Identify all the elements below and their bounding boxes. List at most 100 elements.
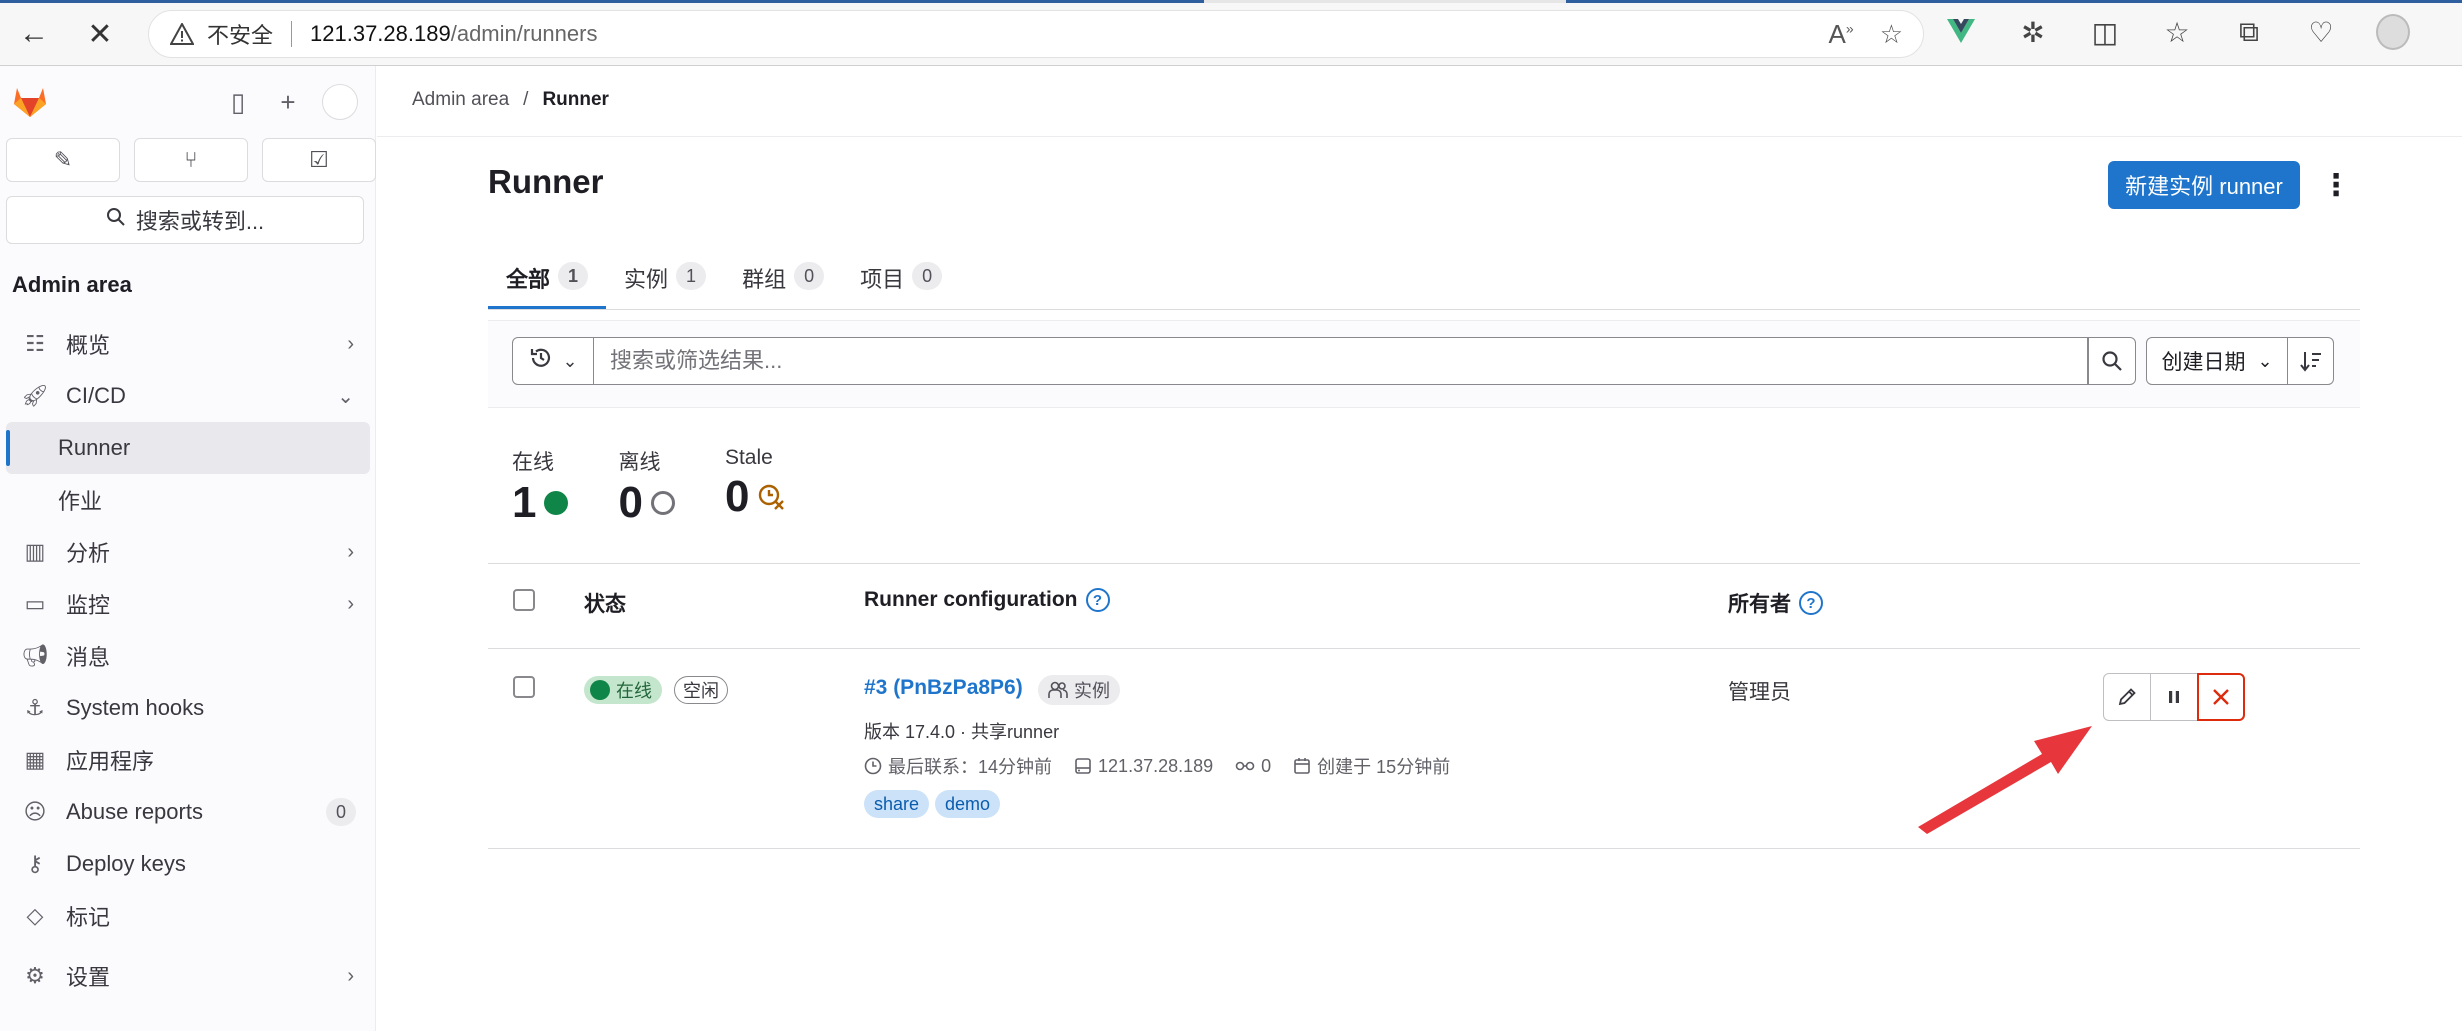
runner-name-link[interactable]: #3 (PnBzPa8P6) xyxy=(864,676,1023,700)
table-bottom-border xyxy=(488,848,2360,849)
stop-loading-icon[interactable]: ✕ xyxy=(80,14,120,54)
delete-runner-button[interactable] xyxy=(2197,673,2245,721)
search-history-button[interactable]: ⌄ xyxy=(512,337,594,385)
sidebar-item-deploy-keys[interactable]: ⚷ Deploy keys xyxy=(6,838,370,890)
favorites-icon[interactable]: ☆ xyxy=(2160,12,2194,52)
issues-icon[interactable]: ✎ xyxy=(6,138,120,182)
label-icon: ◇ xyxy=(26,903,44,928)
header-label: Runner configuration xyxy=(864,588,1078,611)
sidebar-item-monitoring[interactable]: ▭ 监控 › xyxy=(6,578,370,630)
sad-face-icon: ☹ xyxy=(23,799,47,824)
merge-requests-icon[interactable]: ⑂ xyxy=(134,138,248,182)
stale-clock-icon xyxy=(759,484,785,510)
select-all-checkbox[interactable] xyxy=(513,589,535,611)
chevron-down-icon: ⌄ xyxy=(2257,350,2273,371)
sort-direction-button[interactable] xyxy=(2288,337,2334,385)
help-question-icon[interactable]: ? xyxy=(1085,588,1110,612)
offline-status-icon xyxy=(650,491,675,515)
profile-avatar[interactable] xyxy=(2376,12,2410,52)
sort-select[interactable]: 创建日期 ⌄ xyxy=(2146,337,2288,385)
todo-icon[interactable]: ☑ xyxy=(262,138,376,182)
stat-value: 0 xyxy=(618,478,643,527)
header-label: 状态 xyxy=(584,593,626,616)
breadcrumb-admin-area[interactable]: Admin area xyxy=(412,89,509,111)
tab-instance[interactable]: 实例 1 xyxy=(606,254,724,310)
sidebar-item-label: System hooks xyxy=(66,695,205,720)
sidebar-item-settings[interactable]: ⚙ 设置 › xyxy=(6,950,370,1002)
sidebar-item-runner[interactable]: Runner xyxy=(6,422,370,474)
back-arrow-icon[interactable]: ← xyxy=(14,14,54,54)
sidebar-item-overview[interactable]: ☷ 概览 › xyxy=(6,318,370,370)
gitlab-logo-icon[interactable] xyxy=(10,80,50,120)
tab-group[interactable]: 群组 0 xyxy=(724,254,842,310)
runner-type-label: 实例 xyxy=(1074,681,1110,701)
sidebar-item-label: 应用程序 xyxy=(66,749,155,774)
user-avatar[interactable] xyxy=(322,84,358,120)
search-icon xyxy=(106,207,126,233)
online-status-icon xyxy=(544,491,569,515)
address-bar[interactable]: 不安全 121.37.28.189/admin/runners A» ☆ xyxy=(148,10,1924,58)
row-select-checkbox[interactable] xyxy=(513,676,535,698)
toggle-sidebar-icon[interactable]: ▯ xyxy=(220,84,256,120)
runner-ip: 121.37.28.189 xyxy=(1074,753,1213,779)
extensions-puzzle-icon[interactable]: ✲ xyxy=(2016,12,2050,52)
server-icon xyxy=(1075,758,1091,774)
pause-runner-button[interactable] xyxy=(2150,673,2198,721)
favorite-star-icon[interactable]: ☆ xyxy=(1880,19,1903,50)
read-aloud-icon[interactable]: A» xyxy=(1829,19,1854,50)
new-instance-runner-button[interactable]: 新建实例 runner xyxy=(2108,161,2300,209)
sidebar-item-jobs[interactable]: 作业 xyxy=(6,474,370,526)
runner-version: 版本 17.4.0 · 共享runner xyxy=(864,722,1060,742)
sort-descending-icon xyxy=(2299,352,2321,372)
collections-icon[interactable]: ⧉ xyxy=(2232,12,2266,52)
edit-runner-button[interactable] xyxy=(2103,673,2151,721)
column-header-owner: 所有者? xyxy=(1728,588,1823,618)
vue-devtools-icon[interactable] xyxy=(1944,12,1978,52)
sidebar-search-label: 搜索或转到... xyxy=(135,209,265,234)
search-submit-button[interactable] xyxy=(2088,337,2136,385)
last-contact-label: 最后联系：14分钟前 xyxy=(888,757,1053,777)
tag-badge: share xyxy=(864,790,930,818)
split-screen-icon[interactable]: ◫ xyxy=(2088,12,2122,52)
monitor-icon: ▭ xyxy=(24,591,46,616)
sidebar-item-labels[interactable]: ◇ 标记 xyxy=(6,890,370,942)
search-input[interactable] xyxy=(594,337,2088,385)
sidebar-item-label: Deploy keys xyxy=(66,851,186,876)
tab-project[interactable]: 项目 0 xyxy=(842,254,960,310)
sidebar-item-cicd[interactable]: 🚀︎ CI/CD ⌄ xyxy=(6,370,370,422)
breadcrumb-current[interactable]: Runner xyxy=(542,89,609,111)
sort-label: 创建日期 xyxy=(2161,351,2246,374)
header-label: 所有者 xyxy=(1728,593,1791,616)
chevron-down-icon: ⌄ xyxy=(562,350,578,371)
runner-owner: 管理员 xyxy=(1728,681,1791,704)
tag-badge: demo xyxy=(935,790,1001,818)
tab-label: 项目 xyxy=(860,267,905,292)
chart-icon: ▥ xyxy=(24,539,46,564)
sidebar-item-messages[interactable]: 📢︎ 消息 xyxy=(6,630,370,682)
pencil-icon xyxy=(2118,688,2136,706)
stat-online: 在线 1 xyxy=(512,446,569,528)
help-question-icon[interactable]: ? xyxy=(1799,591,1823,615)
column-header-status: 状态 xyxy=(584,588,626,618)
header-divider xyxy=(377,136,2462,137)
jobs-count: 0 xyxy=(1261,755,1272,776)
stat-label: Stale xyxy=(724,446,773,469)
sidebar-item-label: 标记 xyxy=(66,905,111,930)
sidebar: ▯ + ✎ ⑂ ☑ 搜索或转到... Admin area ☷ 概览 › 🚀︎ … xyxy=(0,66,376,1031)
sidebar-item-applications[interactable]: ▦ 应用程序 xyxy=(6,734,370,786)
status-online-label: 在线 xyxy=(616,681,652,701)
more-actions-kebab-icon[interactable]: ⋮ xyxy=(2318,163,2354,207)
stat-value: 0 xyxy=(724,472,750,521)
chevron-down-icon: ⌄ xyxy=(337,385,354,408)
tab-all[interactable]: 全部 1 xyxy=(488,254,607,310)
browser-essentials-icon[interactable]: ♡ xyxy=(2304,12,2338,52)
sidebar-item-analytics[interactable]: ▥ 分析 › xyxy=(6,526,370,578)
tab-label: 群组 xyxy=(742,267,787,292)
sidebar-item-abuse-reports[interactable]: ☹ Abuse reports 0 xyxy=(6,786,370,838)
browser-toolbar: ← ✕ 不安全 121.37.28.189/admin/runners A» ☆… xyxy=(0,0,2462,66)
plus-icon[interactable]: + xyxy=(270,84,306,120)
sidebar-item-system-hooks[interactable]: ⚓︎ System hooks xyxy=(6,682,370,734)
sidebar-search-button[interactable]: 搜索或转到... xyxy=(6,196,364,244)
stat-stale: Stale 0 xyxy=(725,446,785,528)
key-icon: ⚷ xyxy=(26,851,44,876)
